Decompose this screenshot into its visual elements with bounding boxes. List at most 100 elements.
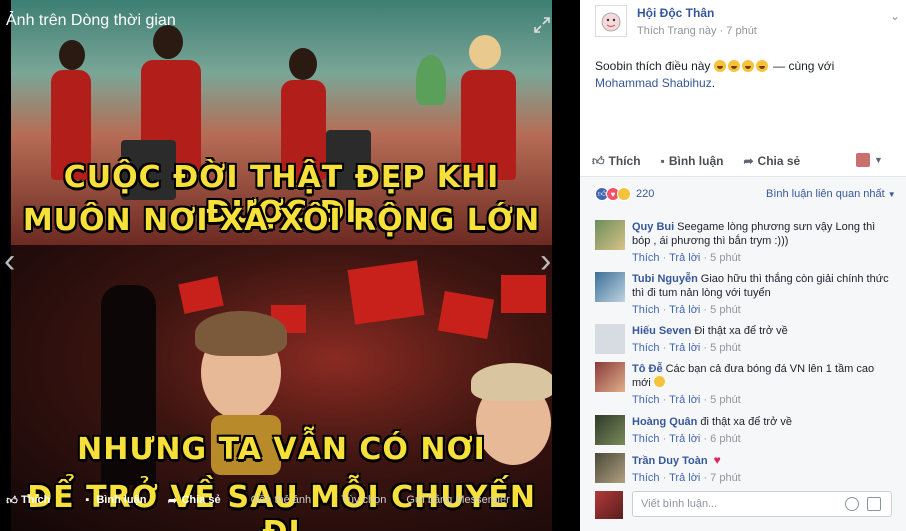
player-head: [289, 48, 317, 80]
commenter-avatar[interactable]: [595, 415, 625, 445]
comment-meta: Thích · Trả lời · 6 phút: [632, 432, 892, 446]
meme-photo[interactable]: CUỘC ĐỜI THẬT ĐẸP KHI ĐƯỢC ĐI MUÔN NƠI X…: [11, 0, 552, 531]
like-page-link[interactable]: Thích Trang này: [637, 25, 717, 37]
stage-comment-label: Bình luận: [96, 494, 147, 506]
post-action-bar: 👍︎ Thích ▪ Bình luận ➦ Chia sẻ ▼: [592, 150, 897, 172]
comment-like-link[interactable]: Thích: [632, 394, 660, 406]
meta-separator: ·: [662, 252, 667, 264]
comment-reply-link[interactable]: Trả lời: [669, 433, 700, 445]
laughing-emoji-icon: [713, 59, 770, 73]
commenter-avatar[interactable]: [595, 453, 625, 483]
meta-separator: ·: [703, 252, 708, 264]
meta-separator: ·: [703, 394, 708, 406]
tagged-user-link[interactable]: Mohammad Shabihuz: [595, 76, 712, 90]
comment-reply-link[interactable]: Trả lời: [669, 394, 700, 406]
comment-body: Tubi Nguyễn Giao hữu thì thắng còn giải c…: [632, 272, 892, 317]
comment-icon: ▪: [85, 494, 90, 506]
comment-icon: ▪: [660, 154, 665, 168]
flag: [347, 260, 425, 325]
share-icon: ➦: [167, 494, 178, 507]
default-avatar-icon[interactable]: [595, 324, 625, 354]
write-comment-row: Viết bình luận...: [595, 489, 895, 521]
options-button[interactable]: Tùy chọn: [341, 494, 386, 506]
comment-time[interactable]: 5 phút: [710, 252, 741, 264]
post-text-end: .: [711, 76, 716, 90]
emoji-picker-icon[interactable]: [845, 497, 859, 511]
haha-reaction-icon: [617, 187, 631, 201]
stage-comment-button[interactable]: ▪ Bình luận: [81, 494, 146, 506]
heart-icon: ♥: [713, 453, 721, 467]
comment-like-link[interactable]: Thích: [632, 304, 660, 316]
page-name-link[interactable]: Hội Độc Thân: [637, 6, 714, 20]
comment-meta: Thích · Trả lời · 5 phút: [632, 303, 892, 317]
comment-time[interactable]: 6 phút: [710, 433, 741, 445]
stage-share-label: Chia sẻ: [181, 494, 221, 506]
post-time[interactable]: 7 phút: [726, 25, 757, 37]
comment-meta: Thích · Trả lời · 5 phút: [632, 393, 892, 407]
singer-hair: [471, 363, 552, 401]
comment-sort-dropdown[interactable]: Bình luận liên quan nhất ▼: [766, 188, 896, 200]
player-head: [153, 25, 183, 59]
player-hat: [469, 35, 501, 69]
comment-reply-link[interactable]: Trả lời: [669, 252, 700, 264]
meme-caption-line3: NHƯNG TA VẪN CÓ NƠI: [77, 432, 486, 467]
comment-reply-link[interactable]: Trả lời: [669, 472, 700, 484]
expand-icon[interactable]: [533, 16, 551, 34]
comment-text: đi thật xa để trở về: [700, 416, 792, 428]
comment-like-link[interactable]: Thích: [632, 433, 660, 445]
comment-body: Quy Bui Seegame lòng phương sưn vậy Long …: [632, 220, 892, 265]
commenter-name[interactable]: Hoàng Quân: [632, 416, 697, 428]
meta-separator: ·: [662, 342, 667, 354]
player-head: [59, 40, 85, 70]
previous-photo-arrow-icon[interactable]: ‹: [4, 244, 26, 278]
meme-caption-line2: MUÔN NƠI XA XÔI RỘNG LỚN: [22, 203, 541, 238]
commenter-name[interactable]: Quy Bui: [632, 221, 674, 233]
tag-photo-button[interactable]: Gắn thẻ ảnh: [251, 494, 312, 506]
reactions-summary[interactable]: 👍︎ ♥ 220: [595, 187, 654, 201]
stage-like-label: Thích: [21, 494, 51, 506]
comment-input[interactable]: Viết bình luận...: [632, 491, 892, 517]
like-button[interactable]: 👍︎ Thích: [592, 154, 641, 169]
meta-separator: ·: [703, 472, 708, 484]
comment-time[interactable]: 5 phút: [710, 342, 741, 354]
commenter-name[interactable]: Tubi Nguyễn: [632, 273, 698, 285]
stage-share-button[interactable]: ➦ Chia sẻ: [166, 494, 221, 507]
comment-reply-link[interactable]: Trả lời: [669, 304, 700, 316]
comment-label: Bình luận: [668, 154, 724, 168]
camera-icon[interactable]: [867, 497, 881, 511]
page-avatar[interactable]: [595, 5, 627, 37]
commenter-name[interactable]: Hiếu Seven: [632, 325, 691, 337]
surprised-emoji-icon: [653, 376, 665, 387]
post-as-selector[interactable]: ▼: [856, 153, 883, 167]
flag: [437, 290, 495, 340]
chevron-down-icon[interactable]: ⌄: [890, 9, 900, 23]
flag: [501, 275, 546, 313]
meta-separator: ·: [703, 342, 708, 354]
post-text-prefix: Soobin thích điều này: [595, 59, 711, 73]
stage-title: Ảnh trên Dòng thời gian: [6, 12, 176, 29]
comment-body: Tô Đễ Các bạn cả đưa bóng đá VN lên 1 tầm…: [632, 362, 892, 407]
meta-separator: ·: [662, 304, 667, 316]
commenter-name[interactable]: Trần Duy Toàn: [632, 455, 708, 467]
share-icon: ➦: [743, 154, 754, 168]
commenter-name[interactable]: Tô Đễ: [632, 363, 663, 375]
comment-reply-link[interactable]: Trả lời: [669, 342, 700, 354]
comment-button[interactable]: ▪ Bình luận: [661, 154, 724, 168]
send-messenger-button[interactable]: Gửi bằng Messenger: [406, 494, 509, 506]
stage-like-button[interactable]: 👍︎ Thích: [6, 494, 50, 507]
comment-meta: Thích · Trả lời · 7 phút: [632, 471, 892, 485]
commenter-avatar[interactable]: [595, 220, 625, 250]
commenter-avatar[interactable]: [595, 362, 625, 392]
comment-like-link[interactable]: Thích: [632, 342, 660, 354]
comment-body: Hiếu Seven Đi thật xa để trở về Thích · T…: [632, 324, 892, 355]
comment-like-link[interactable]: Thích: [632, 472, 660, 484]
comment-time[interactable]: 5 phút: [710, 394, 741, 406]
post-text: Soobin thích điều này — cùng với Mohamma…: [595, 58, 885, 92]
comment-time[interactable]: 7 phút: [710, 472, 741, 484]
share-button[interactable]: ➦ Chia sẻ: [743, 154, 800, 168]
comment-time[interactable]: 5 phút: [710, 304, 741, 316]
next-photo-arrow-icon[interactable]: ›: [540, 244, 562, 278]
comment-like-link[interactable]: Thích: [632, 252, 660, 264]
commenter-avatar[interactable]: [595, 272, 625, 302]
meta-separator: ·: [703, 433, 708, 445]
